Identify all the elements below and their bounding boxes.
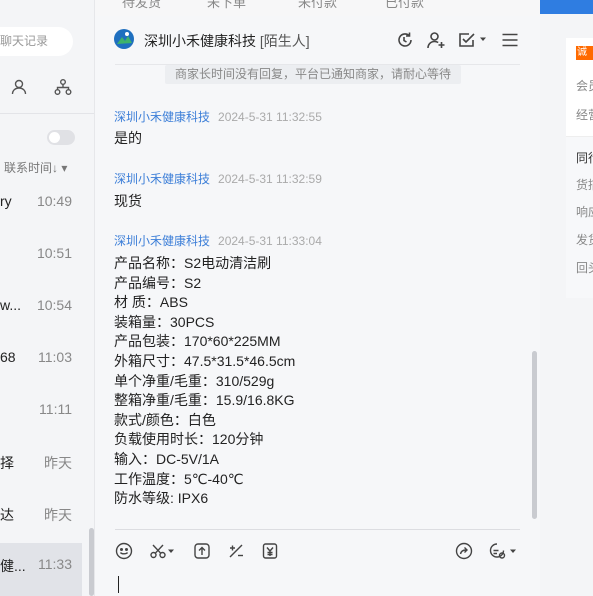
sidebar-filter-icons [0, 78, 94, 98]
composer-divider [115, 529, 520, 530]
task-check-icon[interactable] [457, 30, 477, 50]
top-tab-strip: 待发货 未下单 未付款 已付款 [95, 0, 540, 16]
info-business: 经营 [576, 108, 593, 122]
contact-item-active[interactable]: 健... 11:33 [0, 543, 82, 596]
message-line: 负载使用时长：120分钟 [114, 431, 264, 448]
app-window: 待发货 未下单 未付款 已付款 聊天记录 联系时间↓ ▾ ry 10:49 10… [0, 0, 593, 596]
message-line: 外箱尺寸：47.5*31.5*46.5cm [114, 352, 296, 369]
message-line: 产品包装：170*60*225MM [114, 333, 281, 350]
message-line: 款式/颜色：白色 [114, 411, 216, 428]
tab-unpaid[interactable]: 未付款 [298, 0, 337, 11]
share-forward-icon[interactable] [455, 542, 473, 560]
message-line: 整箱净重/毛重：15.9/16.8KG [114, 392, 295, 409]
tab-paid[interactable]: 已付款 [385, 0, 424, 11]
stranger-tag: [陌生人] [259, 33, 310, 49]
chat-title: 深圳小禾健康科技 [陌生人] [144, 31, 310, 51]
contact-name: 达 [0, 507, 14, 523]
sort-by-contact-time[interactable]: 联系时间↓ ▾ [4, 159, 67, 176]
emoji-icon[interactable] [115, 542, 133, 560]
sidebar-scrollbar[interactable] [89, 528, 94, 596]
chevron-down-icon[interactable] [167, 547, 175, 555]
price-tag-icon[interactable] [261, 542, 279, 560]
integrity-badge: 诚 [576, 46, 593, 60]
contact-time: 10:51 [36, 245, 72, 261]
contact-item[interactable]: w... 10:54 [0, 297, 82, 349]
contact-item[interactable]: 68 11:03 [0, 349, 82, 401]
message-line: 装箱量：30PCS [114, 313, 215, 330]
system-notice: 商家长时间没有回复，平台已通知商家，请耐心等待 [165, 65, 461, 84]
contact-time: 昨天 [44, 507, 72, 523]
contact-time: 11:33 [38, 556, 72, 572]
info-repeat: 回头 [576, 261, 593, 275]
chat-scrollbar[interactable] [532, 351, 537, 519]
menu-icon[interactable] [500, 30, 520, 50]
message-text: 现货 [114, 193, 142, 209]
tab-pending-ship[interactable]: 待发货 [122, 0, 161, 11]
message-sender[interactable]: 深圳小禾健康科技 [114, 110, 210, 124]
info-member: 会员 [576, 79, 593, 93]
message-line: 产品编号：S2 [114, 274, 202, 291]
contact-time: 11:03 [38, 349, 72, 365]
sidebar-divider [0, 113, 94, 114]
refresh-icon[interactable] [395, 30, 415, 50]
info-description: 货描 [576, 178, 593, 192]
info-peer: 同行 [576, 151, 593, 165]
message-time: 2024-5-31 11:33:04 [218, 234, 322, 248]
message-time: 2024-5-31 11:32:59 [218, 172, 322, 186]
contact-time: 昨天 [44, 455, 72, 471]
company-logo-icon [114, 29, 134, 49]
contact-item[interactable]: ry 10:49 [0, 193, 82, 245]
chevron-down-icon[interactable] [478, 34, 488, 44]
info-delivery: 发货 [576, 233, 593, 247]
contact-time: 10:54 [36, 297, 72, 313]
contact-name: ry [0, 193, 12, 209]
message-text: 是的 [114, 130, 142, 146]
message-meta: 深圳小禾健康科技 2024-5-31 11:32:55 [114, 108, 322, 125]
message-sender[interactable]: 深圳小禾健康科技 [114, 234, 210, 248]
message-input-caret[interactable] [118, 576, 119, 593]
message-line: 材 质：ABS [114, 294, 188, 311]
contact-item[interactable]: 11:11 [0, 401, 82, 453]
info-response: 响应 [576, 205, 593, 219]
contact-sidebar: 聊天记录 联系时间↓ ▾ ry 10:49 10:51 w... 10:54 6… [0, 0, 95, 596]
quick-reply-icon[interactable] [488, 542, 506, 560]
message-line: 产品名称：S2电动清洁刷 [114, 255, 272, 271]
discount-icon[interactable] [227, 542, 245, 560]
chat-header: 深圳小禾健康科技 [陌生人] [95, 16, 540, 64]
contact-time: 10:49 [36, 193, 72, 209]
contact-item[interactable]: 择 昨天 [0, 453, 82, 505]
search-input[interactable]: 聊天记录 [0, 27, 73, 56]
add-contact-icon[interactable] [426, 30, 446, 50]
message-line: 工作温度：5℃-40℃ [114, 470, 244, 487]
tab-not-ordered[interactable]: 未下单 [207, 0, 246, 11]
contact-time: 11:11 [39, 401, 72, 417]
screenshot-scissors-icon[interactable] [149, 542, 167, 560]
contact-item[interactable]: 10:51 [0, 245, 82, 297]
message-meta: 深圳小禾健康科技 2024-5-31 11:33:04 [114, 232, 322, 249]
message-time: 2024-5-31 11:32:55 [218, 110, 322, 124]
panel-top-bar [540, 0, 593, 14]
message-text: 产品名称：S2电动清洁刷 产品编号：S2 材 质：ABS 装箱量：30PCS 产… [114, 254, 295, 509]
message-line: 输入：DC-5V/1A [114, 450, 220, 467]
contact-item[interactable]: 达 昨天 [0, 505, 82, 539]
chat-panel: 深圳小禾健康科技 [陌生人] 商家长时间没有回复，平台已通知商家，请耐心等待 深… [95, 16, 540, 596]
filter-toggle[interactable] [47, 130, 75, 145]
contact-name: 68 [0, 349, 16, 365]
message-sender[interactable]: 深圳小禾健康科技 [114, 172, 210, 186]
contact-name: 择 [0, 455, 14, 471]
message-meta: 深圳小禾健康科技 2024-5-31 11:32:59 [114, 170, 322, 187]
shop-name: 深圳小禾健康科技 [144, 33, 256, 49]
shop-info-panel: 诚 会员 经营 同行 货描 响应 发货 回头 [540, 0, 593, 596]
chevron-down-icon[interactable] [509, 547, 517, 555]
upload-file-icon[interactable] [193, 542, 211, 560]
org-structure-icon[interactable] [54, 78, 72, 96]
contact-name: 健... [0, 558, 26, 574]
message-line: 防水等级: IPX6 [114, 490, 209, 507]
message-line: 单个净重/毛重：310/529g [114, 372, 275, 389]
contacts-icon[interactable] [10, 78, 28, 96]
contact-name: w... [0, 297, 22, 313]
